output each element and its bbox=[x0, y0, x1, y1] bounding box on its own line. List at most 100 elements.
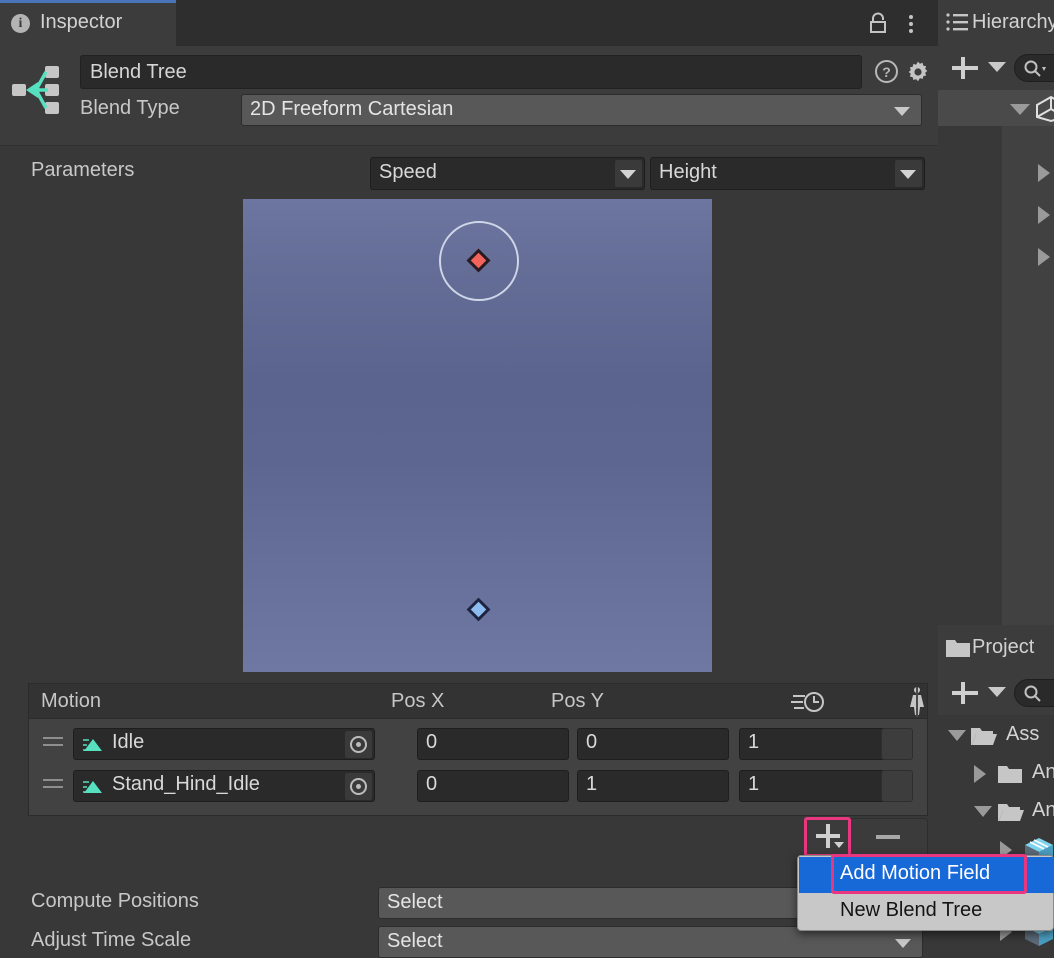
chevron-down-icon[interactable] bbox=[974, 806, 992, 817]
drag-handle-icon[interactable] bbox=[43, 737, 63, 751]
blend-type-label: Blend Type bbox=[80, 97, 180, 119]
chevron-down-icon bbox=[894, 107, 910, 116]
kebab-menu-icon[interactable] bbox=[902, 12, 920, 34]
object-picker-icon[interactable] bbox=[345, 731, 372, 758]
unity-editor-window: i Inspector Blend Tree ? Blend Type 2D F… bbox=[0, 0, 1054, 958]
pos-x-value-1: 0 bbox=[426, 773, 438, 795]
hierarchy-search-input[interactable] bbox=[1014, 54, 1054, 82]
motion-name-0: Idle bbox=[112, 731, 145, 753]
chevron-down-icon[interactable] bbox=[988, 62, 1006, 72]
column-header-motion: Motion bbox=[41, 690, 102, 712]
parameters-row: Parameters Speed Height bbox=[0, 146, 938, 202]
chevron-down-icon bbox=[620, 170, 636, 179]
gear-icon[interactable] bbox=[906, 60, 930, 84]
pos-y-input-1[interactable]: 1 bbox=[577, 770, 729, 802]
info-icon: i bbox=[11, 14, 30, 33]
menu-item-add-motion-field[interactable]: Add Motion Field bbox=[799, 857, 1054, 893]
mirror-checkbox-0[interactable] bbox=[881, 728, 913, 760]
tab-project-label: Project bbox=[972, 636, 1035, 658]
hierarchy-toolbar bbox=[938, 46, 1054, 90]
project-item-1[interactable]: An bbox=[938, 753, 1054, 795]
hierarchy-expand-icon-1[interactable] bbox=[1038, 206, 1050, 224]
chevron-down-icon bbox=[900, 170, 916, 179]
remove-motion-button[interactable] bbox=[868, 820, 908, 854]
project-item-2[interactable]: An bbox=[938, 791, 1054, 833]
project-item-label-1: An bbox=[1032, 761, 1054, 783]
blend-type-value: 2D Freeform Cartesian bbox=[250, 98, 454, 120]
chevron-down-icon[interactable] bbox=[988, 687, 1006, 697]
motion-name-1: Stand_Hind_Idle bbox=[112, 773, 260, 795]
blend-type-dropdown[interactable]: 2D Freeform Cartesian bbox=[241, 94, 922, 126]
motion-field-1[interactable]: Stand_Hind_Idle bbox=[73, 770, 375, 802]
motion-table-header: Motion Pos X Pos Y bbox=[28, 683, 928, 719]
adjust-time-scale-label: Adjust Time Scale bbox=[31, 929, 192, 951]
time-scale-input-1[interactable]: 1 bbox=[739, 770, 891, 802]
right-panels: Hierarchy Project Ass An An bbox=[938, 0, 1054, 958]
project-item-label-0: Ass bbox=[1006, 723, 1040, 745]
column-header-pos-x: Pos X bbox=[391, 690, 445, 712]
folder-open-icon bbox=[998, 802, 1024, 822]
parameter-y-caret-button[interactable] bbox=[895, 160, 922, 187]
parameter-x-dropdown[interactable]: Speed bbox=[370, 157, 645, 190]
parameters-label: Parameters bbox=[31, 159, 135, 181]
hierarchy-expand-icon-2[interactable] bbox=[1038, 248, 1050, 266]
hierarchy-scene-row[interactable] bbox=[938, 90, 1054, 126]
folder-icon bbox=[998, 764, 1024, 784]
inspector-header: Blend Tree ? Blend Type 2D Freeform Cart… bbox=[0, 46, 938, 145]
pos-y-input-0[interactable]: 0 bbox=[577, 728, 729, 760]
parameter-y-dropdown[interactable]: Height bbox=[650, 157, 925, 190]
unity-scene-icon bbox=[1034, 95, 1054, 128]
table-row[interactable]: Idle 0 0 1 bbox=[29, 723, 929, 765]
menu-item-new-blend-tree[interactable]: New Blend Tree bbox=[799, 894, 1054, 930]
add-gameobject-button[interactable] bbox=[950, 54, 980, 84]
inspector-tabbar: i Inspector bbox=[0, 0, 938, 46]
pos-x-input-0[interactable]: 0 bbox=[417, 728, 569, 760]
adjust-time-scale-value: Select bbox=[387, 930, 443, 952]
animation-clip-icon bbox=[83, 737, 107, 753]
time-scale-input-0[interactable]: 1 bbox=[739, 728, 891, 760]
graph-node[interactable] bbox=[466, 597, 491, 622]
chevron-down-icon bbox=[895, 939, 911, 948]
motion-table-body: Idle 0 0 1 Stand_Hind_Idle 0 1 1 bbox=[28, 719, 928, 816]
project-toolbar bbox=[938, 671, 1054, 715]
parameter-x-value: Speed bbox=[379, 161, 437, 183]
chevron-down-icon[interactable] bbox=[948, 730, 966, 741]
table-row[interactable]: Stand_Hind_Idle 0 1 1 bbox=[29, 765, 929, 807]
hierarchy-content-column bbox=[1002, 126, 1054, 626]
asset-name-field[interactable]: Blend Tree bbox=[80, 55, 862, 89]
folder-icon bbox=[946, 638, 970, 662]
parameter-y-value: Height bbox=[659, 161, 717, 183]
chevron-down-icon[interactable] bbox=[1010, 104, 1030, 115]
project-item-assets[interactable]: Ass bbox=[938, 715, 1054, 757]
pos-y-value-0: 0 bbox=[586, 731, 598, 753]
chevron-right-icon[interactable] bbox=[974, 765, 986, 783]
parameter-x-caret-button[interactable] bbox=[615, 160, 642, 187]
asset-name-value: Blend Tree bbox=[90, 61, 187, 83]
compute-positions-value: Select bbox=[387, 891, 443, 913]
drag-handle-icon[interactable] bbox=[43, 779, 63, 793]
time-scale-value-1: 1 bbox=[748, 773, 760, 795]
blend-tree-icon bbox=[12, 62, 64, 118]
add-motion-button[interactable] bbox=[808, 820, 848, 854]
create-asset-button[interactable] bbox=[950, 679, 980, 709]
object-picker-icon[interactable] bbox=[345, 773, 372, 800]
tab-inspector-label: Inspector bbox=[40, 11, 123, 33]
help-icon[interactable]: ? bbox=[875, 60, 898, 83]
hierarchy-expand-icon-0[interactable] bbox=[1038, 164, 1050, 182]
project-search-input[interactable] bbox=[1014, 679, 1054, 707]
mirror-icon bbox=[903, 687, 931, 722]
pos-y-value-1: 1 bbox=[586, 773, 598, 795]
mirror-checkbox-1[interactable] bbox=[881, 770, 913, 802]
hierarchy-tree[interactable] bbox=[938, 126, 1054, 626]
motion-field-0[interactable]: Idle bbox=[73, 728, 375, 760]
lock-icon[interactable] bbox=[868, 12, 888, 34]
blend-tree-graph[interactable] bbox=[243, 199, 712, 672]
compute-positions-label: Compute Positions bbox=[31, 890, 199, 912]
hierarchy-list-icon bbox=[946, 12, 968, 37]
tab-hierarchy[interactable]: Hierarchy bbox=[938, 0, 1054, 46]
tab-project[interactable]: Project bbox=[938, 625, 1054, 671]
column-header-pos-y: Pos Y bbox=[551, 690, 604, 712]
menu-item-label-1: New Blend Tree bbox=[840, 899, 983, 921]
context-menu[interactable]: Add Motion Field New Blend Tree bbox=[797, 854, 1054, 931]
pos-x-input-1[interactable]: 0 bbox=[417, 770, 569, 802]
